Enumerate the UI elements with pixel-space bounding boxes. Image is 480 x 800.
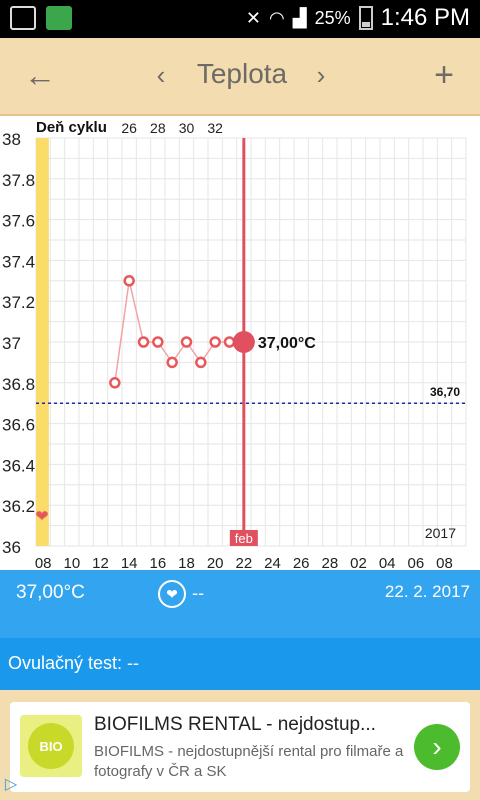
x-tick-label: 08 [35, 555, 52, 570]
clock: 1:46 PM [380, 4, 470, 31]
ad-description: BIOFILMS - nejdostupnější rental pro fil… [94, 743, 404, 780]
x-tick-label: 06 [407, 555, 424, 570]
cycle-day-label: 32 [207, 120, 223, 136]
data-point [166, 356, 178, 369]
selected-temperature: 37,00°C [16, 582, 85, 603]
data-point [180, 336, 193, 348]
cycle-day-label: 30 [179, 120, 195, 136]
signal-icon: ▟ [292, 7, 307, 28]
baseline-label: 36,70 [430, 385, 460, 399]
page-title: Teplota [196, 58, 288, 89]
battery-icon [358, 6, 373, 30]
temperature-chart[interactable]: 38 37.8 37.6 37.4 37.2 37 36.8 36.6 36.4 36.2 36 08… [0, 116, 480, 570]
x-tick-label: 28 [321, 555, 338, 570]
y-tick-label: 36.8 [2, 375, 35, 394]
y-tick-label: 36.4 [2, 456, 35, 475]
year-label: 2017 [425, 525, 456, 541]
mucus-value: -- [192, 583, 204, 603]
chevron-right-icon: › [316, 59, 326, 90]
selected-date: 22. 2. 2017 [384, 582, 470, 601]
ovulation-test-bar[interactable]: Ovulačný test: -- [0, 638, 480, 690]
mute-icon: ✕ [245, 7, 262, 28]
info-bar: 37,00°C ❤ -- 22. 2. 2017 [0, 570, 480, 638]
gallery-icon [10, 6, 36, 30]
x-tick-label: 08 [436, 555, 453, 570]
battery-percent: 25% [314, 7, 351, 28]
wifi-icon: ◠ [269, 7, 285, 28]
add-button[interactable]: + [424, 52, 464, 98]
x-tick-label: 10 [63, 555, 80, 570]
arrow-left-icon: ← [24, 56, 56, 93]
data-point [137, 336, 150, 348]
data-point [123, 275, 135, 287]
x-tick-label: 12 [92, 555, 109, 570]
heart-icon[interactable]: ❤ [158, 580, 186, 608]
data-point [195, 356, 207, 369]
data-point [152, 336, 164, 348]
selected-point [232, 331, 255, 353]
status-bar: ✕ ◠ ▟ 25% 1:46 PM [0, 0, 480, 38]
previous-button[interactable]: ‹ [146, 52, 176, 98]
x-tick-label: 22 [235, 555, 252, 570]
plus-icon: + [434, 55, 454, 94]
x-tick-label: 18 [178, 555, 195, 570]
x-tick-label: 16 [149, 555, 166, 570]
y-tick-label: 37.8 [2, 171, 35, 190]
y-tick-label: 36.2 [2, 497, 35, 516]
ad-title[interactable]: BIOFILMS RENTAL - nejdostup... [94, 714, 404, 736]
y-tick-label: 36 [2, 538, 21, 557]
period-band [36, 138, 49, 546]
y-tick-label: 38 [2, 130, 21, 149]
ad-logo: BIO [20, 715, 82, 777]
x-tick-label: 02 [350, 555, 367, 570]
x-tick-label: 26 [293, 555, 310, 570]
y-tick-label: 37.2 [2, 293, 35, 312]
data-point [223, 336, 236, 348]
data-point [109, 377, 121, 389]
app-notification-icon [46, 6, 72, 30]
x-tick-label: 24 [264, 555, 281, 570]
heart-marker-icon: ❤ [35, 506, 48, 525]
ad-choices-icon[interactable]: ▷ [0, 774, 22, 796]
y-tick-label: 37.6 [2, 212, 35, 231]
chart-svg[interactable]: 38 37.8 37.6 37.4 37.2 37 36.8 36.6 36.4 36.2 36 08… [0, 116, 480, 570]
back-button[interactable]: ← [20, 52, 60, 98]
chevron-left-icon: ‹ [156, 59, 166, 90]
cycle-day-label: 28 [150, 120, 166, 136]
chevron-right-icon: › [432, 731, 442, 762]
month-label: feb [235, 531, 253, 546]
toolbar: ← ‹ Teplota › + [0, 38, 480, 116]
y-tick-label: 37 [2, 334, 21, 353]
next-button[interactable]: › [306, 52, 336, 98]
x-tick-label: 14 [121, 555, 138, 570]
ad-banner[interactable]: BIO BIOFILMS RENTAL - nejdostup... BIOFI… [10, 702, 470, 792]
y-tick-label: 37.4 [2, 252, 35, 271]
data-point [209, 336, 221, 348]
x-tick-label: 20 [207, 555, 224, 570]
cycle-day-label: 26 [121, 120, 137, 136]
y-tick-label: 36.6 [2, 416, 35, 435]
selected-point-label: 37,00°C [258, 335, 316, 352]
ad-open-button[interactable]: › [414, 724, 460, 770]
ovulation-test-label: Ovulačný test: -- [8, 653, 140, 673]
chart-title: Deň cyklu [36, 119, 107, 136]
x-tick-label: 04 [379, 555, 396, 570]
